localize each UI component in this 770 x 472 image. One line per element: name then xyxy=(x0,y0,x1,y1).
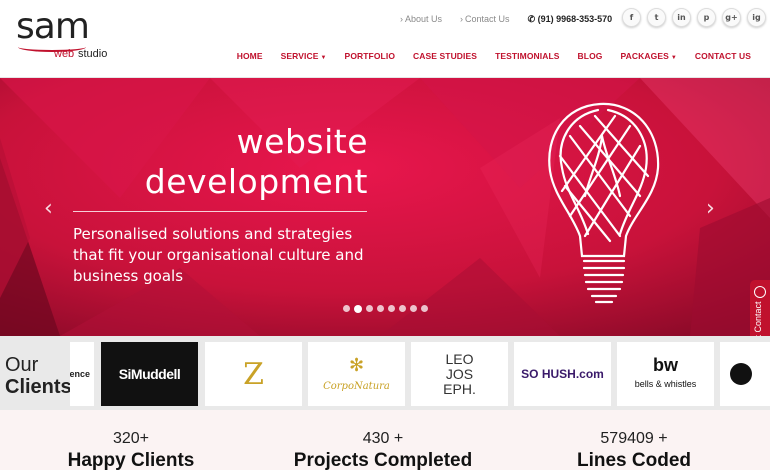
nav-testimonials[interactable]: TESTIMONIALS xyxy=(495,51,559,61)
client-logo[interactable]: SiMuddell xyxy=(101,342,198,406)
logo-studio: studio xyxy=(78,48,108,60)
slider-dot[interactable] xyxy=(343,305,350,312)
client-logos: ence SiMuddell Z ✻ CorpoNatura LEO JOS E… xyxy=(70,342,770,406)
phone-icon: ✆ xyxy=(527,13,536,24)
client-logo[interactable] xyxy=(720,342,770,406)
slider-dot[interactable] xyxy=(410,305,417,312)
linkedin-icon[interactable]: in xyxy=(672,8,691,27)
slider-next-arrow[interactable]: › xyxy=(706,196,715,221)
hero-subtitle: Personalised solutions and strategies th… xyxy=(73,225,364,285)
about-link[interactable]: › About Us xyxy=(400,14,442,24)
slider-dots xyxy=(343,304,428,313)
stat-label: Happy Clients xyxy=(67,450,195,471)
top-links: › About Us › Contact Us ✆ (91) 9968-353-57… xyxy=(400,13,612,25)
main-nav: HOME SERVICE ▼ PORTFOLIO CASE STUDIES TES… xyxy=(237,51,751,61)
client-mark xyxy=(730,363,752,385)
slider-dot[interactable] xyxy=(388,305,395,312)
nav-home[interactable]: HOME xyxy=(237,51,263,61)
client-logo[interactable]: ✻ CorpoNatura xyxy=(308,342,405,406)
logo-web: web xyxy=(54,48,75,60)
stat-label: Lines Coded xyxy=(576,450,691,471)
hero-title-line1: website xyxy=(236,122,368,161)
nav-portfolio[interactable]: PORTFOLIO xyxy=(345,51,395,61)
clients-strip: Our Clients ence SiMuddell Z ✻ CorpoNatu… xyxy=(0,336,770,410)
slider-dot[interactable] xyxy=(399,305,406,312)
stat-number: 320+ xyxy=(112,430,150,447)
logo-word: sam xyxy=(16,6,90,47)
facebook-icon[interactable]: f xyxy=(622,8,641,27)
caret-down-icon: ▼ xyxy=(670,55,677,61)
client-logo[interactable]: ence xyxy=(70,342,94,406)
google-plus-icon[interactable]: g+ xyxy=(722,8,741,27)
chevron-right-icon: › xyxy=(400,14,403,24)
stat-projects-completed: 430 + Projects Completed xyxy=(283,430,483,472)
logo-swoosh xyxy=(18,42,86,52)
phone-number[interactable]: ✆ (91) 9968-353-570 xyxy=(528,14,613,25)
caret-down-icon: ▼ xyxy=(320,55,327,61)
bw-mark: bw xyxy=(653,355,678,375)
stat-lines-coded: 579409 + Lines Coded xyxy=(534,430,734,472)
client-logo[interactable]: Z xyxy=(205,342,302,406)
slider-dot[interactable] xyxy=(377,305,384,312)
stat-label: Projects Completed xyxy=(293,450,473,471)
stats-section: 320+ Happy Clients 430 + Projects Comple… xyxy=(0,410,770,472)
stat-number: 430 + xyxy=(362,430,404,447)
nav-contact-us[interactable]: CONTACT US xyxy=(695,51,751,61)
site-logo[interactable]: sam web studio xyxy=(16,6,116,64)
nav-packages[interactable]: PACKAGES ▼ xyxy=(621,51,677,61)
contact-icon xyxy=(754,286,766,298)
chevron-right-icon: › xyxy=(460,14,464,24)
clients-heading: Our Clients xyxy=(5,354,72,398)
client-logo[interactable]: LEO JOS EPH. xyxy=(411,342,508,406)
slider-dot-active[interactable] xyxy=(354,304,362,313)
hero-divider xyxy=(73,211,367,212)
nav-case-studies[interactable]: CASE STUDIES xyxy=(413,51,477,61)
contact-link[interactable]: › Contact Us xyxy=(460,14,510,24)
hero-slider: website development Personalised solutio… xyxy=(0,78,770,336)
slider-dot[interactable] xyxy=(421,305,428,312)
site-header: sam web studio › About Us › Contact Us ✆ (… xyxy=(0,0,770,78)
instagram-icon[interactable]: ig xyxy=(747,8,766,27)
slider-prev-arrow[interactable]: ‹ xyxy=(44,196,53,221)
stat-happy-clients: 320+ Happy Clients xyxy=(31,430,231,472)
nav-blog[interactable]: BLOG xyxy=(578,51,603,61)
client-logo[interactable]: SO HUSH.com xyxy=(514,342,611,406)
client-logo[interactable]: bw bells & whistles xyxy=(617,342,714,406)
hero-title-line2: development xyxy=(144,162,368,201)
social-links: f t in p g+ ig xyxy=(622,8,766,27)
twitter-icon[interactable]: t xyxy=(647,8,666,27)
stat-number: 579409 + xyxy=(600,430,668,447)
lightbulb-icon xyxy=(548,102,660,304)
slider-dot[interactable] xyxy=(366,305,373,312)
nav-service[interactable]: SERVICE ▼ xyxy=(281,51,327,61)
flower-icon: ✻ xyxy=(348,354,365,375)
pinterest-icon[interactable]: p xyxy=(697,8,716,27)
